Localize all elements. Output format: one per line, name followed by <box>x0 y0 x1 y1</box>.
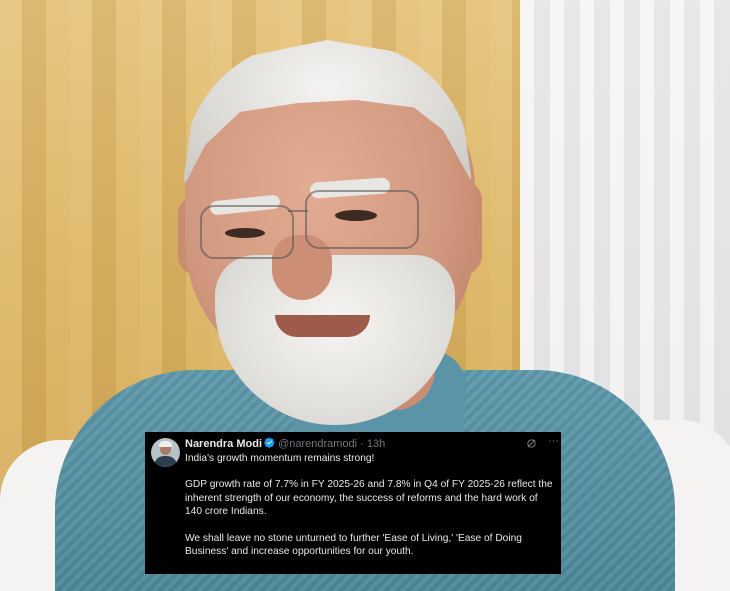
glasses-lens-left <box>200 205 294 259</box>
tweet-text: India's growth momentum remains strong! … <box>185 452 555 558</box>
glasses-lens-right <box>305 190 419 249</box>
mouth <box>275 315 370 337</box>
author-handle[interactable]: @narendramodi <box>278 438 357 450</box>
tweet-paragraph-3: We shall leave no stone unturned to furt… <box>185 532 522 558</box>
author-avatar[interactable] <box>151 438 180 467</box>
author-name[interactable]: Narendra Modi <box>185 438 262 450</box>
post-timestamp[interactable]: 13h <box>367 438 385 450</box>
tweet-header: Narendra Modi @narendramodi · 13h <box>185 436 555 452</box>
tweet-paragraph-1: India's growth momentum remains strong! <box>185 453 375 464</box>
tweet-card: Narendra Modi @narendramodi · 13h ··· In… <box>145 432 561 574</box>
header-separator: · <box>360 438 364 450</box>
glasses-bridge <box>288 210 308 212</box>
avatar-body <box>154 456 177 467</box>
tweet-paragraph-2: GDP growth rate of 7.7% in FY 2025-26 an… <box>185 479 553 518</box>
more-icon[interactable]: ··· <box>548 436 559 447</box>
avatar-hair <box>159 441 172 447</box>
verified-badge-icon <box>264 437 275 448</box>
grok-icon[interactable] <box>526 438 537 449</box>
